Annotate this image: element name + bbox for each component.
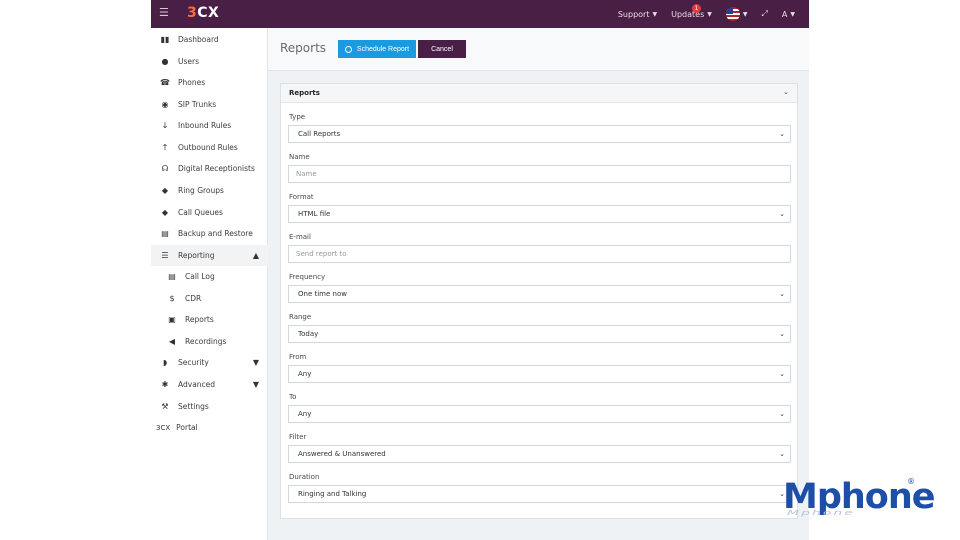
sidebar-item-reports[interactable]: ▣ Reports	[151, 309, 268, 330]
shield-icon: ◗	[162, 358, 168, 367]
sidebar-item-call-log[interactable]: ▤ Call Log	[151, 266, 268, 287]
sidebar-item-portal[interactable]: 3CX Portal	[151, 417, 268, 438]
us-flag-icon	[725, 7, 740, 21]
support-menu[interactable]: Support ▼	[618, 10, 657, 19]
sidebar-item-digital-receptionists[interactable]: ☊ Digital Receptionists	[151, 158, 268, 179]
cancel-button[interactable]: Cancel	[418, 40, 466, 58]
list-icon: ☰	[161, 251, 169, 260]
format-label: Format	[289, 193, 314, 201]
chevron-up-icon: ▲	[252, 251, 259, 260]
sidebar-item-dashboard[interactable]: ▮▮ Dashboard	[151, 29, 268, 50]
format-select[interactable]: HTML file ⌄	[288, 205, 791, 223]
sidebar-item-security[interactable]: ◗ Security ▼	[151, 352, 268, 373]
from-select[interactable]: Any ⌄	[288, 365, 791, 383]
chevron-down-icon[interactable]: ⌄	[783, 88, 789, 96]
user-menu[interactable]: A ▼	[782, 10, 795, 19]
arrow-up-icon: ↑	[161, 143, 169, 152]
sidebar-item-ring-groups[interactable]: ◆ Ring Groups	[151, 180, 268, 201]
arrow-down-icon: ↓	[161, 121, 169, 130]
caret-down-icon: ▼	[790, 10, 795, 18]
chevron-down-icon: ▼	[252, 358, 259, 367]
email-input[interactable]: Send report to	[288, 245, 791, 263]
card-title: Reports	[289, 89, 320, 97]
top-bar: ☰ 3CX Support ▼ Updates 1 ▼ ▼ ⤢ A ▼	[151, 0, 809, 28]
updates-menu[interactable]: Updates 1 ▼	[671, 3, 712, 19]
headset-icon: ☊	[161, 164, 169, 173]
frequency-select[interactable]: One time now ⌄	[288, 285, 791, 303]
chevron-down-icon: ⌄	[779, 290, 785, 298]
to-label: To	[289, 393, 297, 401]
clock-icon	[344, 45, 352, 53]
wrench-icon: ⚒	[161, 402, 169, 411]
3cx-logo[interactable]: 3CX	[187, 5, 219, 21]
gear-icon: ✱	[161, 380, 169, 389]
expand-icon[interactable]: ⤢	[761, 9, 767, 19]
frequency-label: Frequency	[289, 273, 326, 281]
email-label: E-mail	[289, 233, 311, 241]
sidebar-item-call-queues[interactable]: ◆ Call Queues	[151, 202, 268, 223]
phone-icon: ☎	[160, 78, 170, 87]
sidebar-item-recordings[interactable]: ◀ Recordings	[151, 331, 268, 352]
chevron-down-icon: ⌄	[779, 370, 785, 378]
group-icon: ◆	[161, 186, 169, 195]
caret-down-icon: ▼	[742, 10, 748, 18]
registered-mark: ®	[907, 477, 915, 486]
page-title: Reports	[280, 41, 327, 55]
type-label: Type	[289, 113, 306, 121]
mphone-watermark-logo: Mphone ® Mphone	[783, 477, 936, 522]
sidebar-item-cdr[interactable]: $ CDR	[151, 288, 268, 309]
watermark-reflection: Mphone	[787, 509, 855, 517]
sidebar-item-outbound-rules[interactable]: ↑ Outbound Rules	[151, 137, 268, 158]
users-icon: ◆	[161, 208, 169, 217]
page-header: Reports Schedule Report Cancel	[268, 28, 809, 71]
report-icon: ▣	[168, 315, 176, 324]
card-header[interactable]: Reports ⌄	[281, 84, 797, 103]
from-label: From	[289, 353, 307, 361]
duration-select[interactable]: Ringing and Talking ⌄	[288, 485, 791, 503]
updates-badge: 1	[692, 3, 702, 13]
caret-down-icon: ▼	[707, 10, 712, 18]
sidebar-item-backup-and-restore[interactable]: ▤ Backup and Restore	[151, 223, 268, 244]
sidebar-item-inbound-rules[interactable]: ↓ Inbound Rules	[151, 115, 268, 136]
chevron-down-icon: ⌄	[779, 130, 785, 138]
range-label: Range	[289, 313, 312, 321]
caret-down-icon: ▼	[652, 10, 658, 18]
sidebar-item-sip-trunks[interactable]: ◉ SIP Trunks	[151, 94, 268, 115]
sidebar-item-users[interactable]: ● Users	[151, 51, 268, 72]
dollar-icon: $	[169, 294, 175, 303]
name-label: Name	[289, 153, 310, 161]
chevron-down-icon: ▼	[252, 380, 259, 389]
reports-card: Reports ⌄ Type Call Reports ⌄ Name Name F…	[280, 83, 798, 519]
sidebar: ▮▮ Dashboard ● Users ☎ Phones ◉ SIP Trunks ↓…	[151, 28, 268, 540]
sidebar-item-advanced[interactable]: ✱ Advanced ▼	[151, 374, 268, 395]
chevron-down-icon: ⌄	[779, 410, 785, 418]
name-input[interactable]: Name	[288, 165, 791, 183]
schedule-report-button[interactable]: Schedule Report	[338, 40, 416, 58]
bar-chart-icon: ▮▮	[160, 35, 170, 44]
duration-label: Duration	[289, 473, 320, 481]
globe-icon: ◉	[161, 100, 169, 109]
sidebar-item-settings[interactable]: ⚒ Settings	[151, 396, 268, 417]
range-select[interactable]: Today ⌄	[288, 325, 791, 343]
hamburger-icon[interactable]: ☰	[159, 6, 169, 19]
user-icon: ●	[161, 57, 169, 66]
database-icon: ▤	[161, 229, 169, 238]
type-select[interactable]: Call Reports ⌄	[288, 125, 791, 143]
3cx-icon: 3CX	[156, 423, 171, 432]
chevron-down-icon: ⌄	[779, 450, 785, 458]
filter-select[interactable]: Answered & Unanswered ⌄	[288, 445, 791, 463]
chevron-down-icon: ⌄	[779, 330, 785, 338]
document-icon: ▤	[168, 272, 176, 281]
chevron-down-icon: ⌄	[779, 210, 785, 218]
filter-label: Filter	[289, 433, 307, 441]
speaker-icon: ◀	[168, 337, 176, 346]
to-select[interactable]: Any ⌄	[288, 405, 791, 423]
language-menu[interactable]: ▼	[725, 7, 748, 21]
sidebar-item-phones[interactable]: ☎ Phones	[151, 72, 268, 93]
sidebar-item-reporting[interactable]: ☰ Reporting ▲	[151, 245, 268, 266]
app-window: ☰ 3CX Support ▼ Updates 1 ▼ ▼ ⤢ A ▼ ▮▮ Dashbo…	[151, 0, 809, 540]
